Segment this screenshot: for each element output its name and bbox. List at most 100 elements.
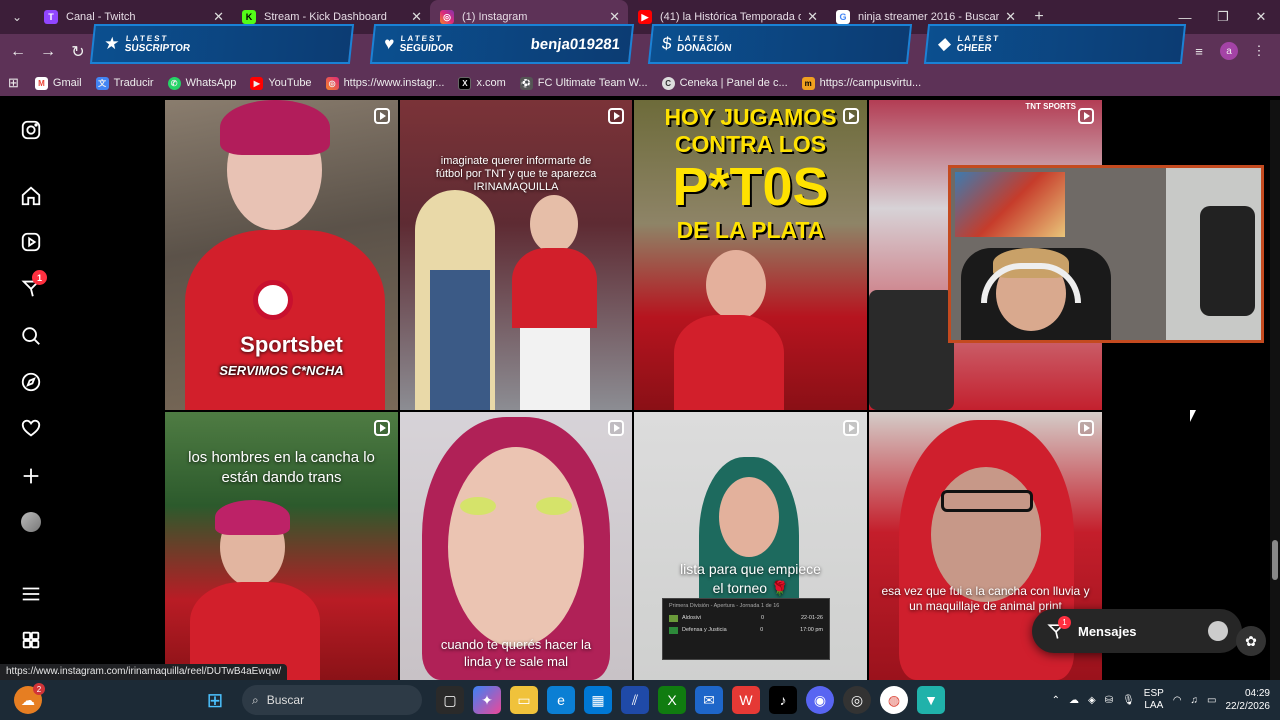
close-icon[interactable]: ✕ [1005,9,1016,25]
bookmark-gmail[interactable]: M Gmail [34,76,82,90]
close-window-icon[interactable]: ✕ [1242,0,1280,34]
language-indicator[interactable]: ESP LAA [1144,688,1164,712]
sponsor-text: Sportsbet [240,332,343,357]
create-icon[interactable] [19,464,43,488]
network-share-icon[interactable]: ⛁ [1105,695,1113,706]
reel-icon [608,108,624,124]
instagram-logo-icon[interactable] [19,118,43,142]
chevron-up-icon[interactable]: ⌃ [1052,695,1060,706]
scrollbar[interactable] [1270,100,1280,680]
reel-icon [843,108,859,124]
heart-icon[interactable] [19,416,43,440]
alert-big-label: DONACIÓN [676,43,733,54]
tab-title: (1) Instagram [462,11,528,23]
scrollbar-thumb[interactable] [1272,540,1278,580]
wifi-icon[interactable]: ◠ [1173,695,1182,706]
more-menu-icon[interactable] [19,582,43,606]
bookmark-ceneka[interactable]: C Ceneka | Panel de c... [661,76,788,90]
discord-icon[interactable]: ◉ [806,686,834,714]
reel-tile[interactable]: HOY JUGAMOS CONTRA LOS P*T0S DE LA PLATA [634,100,867,410]
tnt-sports-logo: TNT SPORTS [1025,102,1076,111]
battery-icon[interactable]: ▭ [1207,695,1216,706]
microphone-icon[interactable]: 🎙 [1122,695,1135,706]
back-icon[interactable]: ← [6,40,30,64]
windows-start-icon[interactable]: ⊞ [201,686,229,714]
taskbar-search[interactable]: ⌕ Buscar [242,685,422,715]
reel-icon [1078,108,1094,124]
store-icon[interactable]: ▦ [584,686,612,714]
reel-tile[interactable]: Sportsbet SERVIMOS C*NCHA [165,100,398,410]
white-shorts [520,328,590,410]
forward-icon[interactable]: → [36,40,60,64]
bookmark-instagram[interactable]: ◎ https://www.instagr... [325,76,444,90]
reel-tile[interactable]: cuando te querés hacer la linda y te sal… [400,412,632,680]
outlook-icon[interactable]: ✉ [695,686,723,714]
whatsapp-icon: ✆ [167,76,181,90]
star-icon: ★ [103,34,121,53]
home-icon[interactable] [19,184,43,208]
reload-icon[interactable]: ↻ [66,40,90,64]
bookmark-x[interactable]: Xx.com [458,76,506,90]
clock[interactable]: 04:29 22/2/2026 [1226,687,1271,713]
reel-tile[interactable]: lista para que empiece el torneo 🌹 Prime… [634,412,867,680]
match-time: 17:00 pm [800,627,823,633]
mouse-cursor-icon [1190,410,1196,422]
weather-icon[interactable]: ☁ 2 [14,683,45,714]
reading-list-icon[interactable]: ≡ [1188,40,1210,62]
messenger-icon[interactable]: 1 [19,270,47,300]
reel-tile[interactable]: los hombres en la cancha lo están dando … [165,412,398,680]
restore-icon[interactable]: ❐ [1204,0,1242,34]
bookmark-label: YouTube [268,77,312,89]
close-icon[interactable]: ✕ [213,9,224,25]
bookmark-whatsapp[interactable]: ✆ WhatsApp [167,76,236,90]
vpn-icon[interactable]: ▼ [917,686,945,714]
close-icon[interactable]: ✕ [411,9,422,25]
xbox-icon[interactable]: X [658,686,686,714]
google-icon: G [836,10,850,24]
explore-icon[interactable] [19,370,43,394]
chrome-icon[interactable]: ◍ [880,686,908,714]
hanging-clothes [1200,206,1255,316]
profile-avatar[interactable]: a [1220,42,1238,60]
alert-latest-cheer: ◆ LATEST CHEER [923,24,1187,64]
search-icon[interactable] [19,324,43,348]
tiktok-icon[interactable]: ♪ [769,686,797,714]
edge-icon[interactable]: e [547,686,575,714]
bookmark-fc-ultimate[interactable]: ⚽ FC Ultimate Team W... [519,76,648,90]
also-from-meta-icon[interactable] [19,628,43,652]
obs-icon[interactable]: ◎ [843,686,871,714]
bookmark-youtube[interactable]: ▶ YouTube [250,76,312,90]
team-name: Defensa y Justicia [682,627,727,633]
onedrive-icon[interactable]: ☁ [1069,695,1079,706]
close-icon[interactable]: ✕ [807,9,818,25]
apps-grid-icon[interactable]: ⊞ [8,75,19,91]
extension-icon[interactable]: ✿ [1236,626,1266,656]
reel-caption: CONTRA LOS [674,131,827,157]
toolbar-right: ≡ a ⋮ [1188,40,1270,62]
app-icon[interactable]: ⫽ [621,686,649,714]
tab-title: Stream - Kick Dashboard [264,11,387,23]
close-icon[interactable]: ✕ [609,9,620,25]
wps-icon[interactable]: W [732,686,760,714]
profile-avatar[interactable] [19,510,43,534]
tnt-microphone [869,290,954,410]
bookmark-label: Gmail [52,77,82,89]
bookmark-traducir[interactable]: 文 Traducir [95,76,154,90]
gmail-icon: M [34,76,48,90]
menu-kebab-icon[interactable]: ⋮ [1248,40,1270,62]
task-view-icon[interactable]: ▢ [436,686,464,714]
alert-big-label: CHEER [956,43,993,54]
file-explorer-icon[interactable]: ▭ [510,686,538,714]
bookmark-campus[interactable]: m https://campusvirtu... [801,76,921,90]
copilot-icon[interactable]: ✦ [473,686,501,714]
status-url: https://www.instagram.com/irinamaquilla/… [0,664,288,680]
volume-icon[interactable]: ♫ [1191,695,1199,706]
alert-big-label: SUSCRIPTOR [124,43,191,54]
tab-search-button[interactable]: ⌄ [0,0,34,34]
reel-icon [1078,420,1094,436]
yellow-eyeshadow [460,497,496,515]
reels-icon[interactable] [19,230,43,254]
reel-tile[interactable]: imaginate querer informarte de fútbol po… [400,100,632,410]
wall-poster [955,172,1065,237]
nvidia-icon[interactable]: ◈ [1088,695,1096,706]
